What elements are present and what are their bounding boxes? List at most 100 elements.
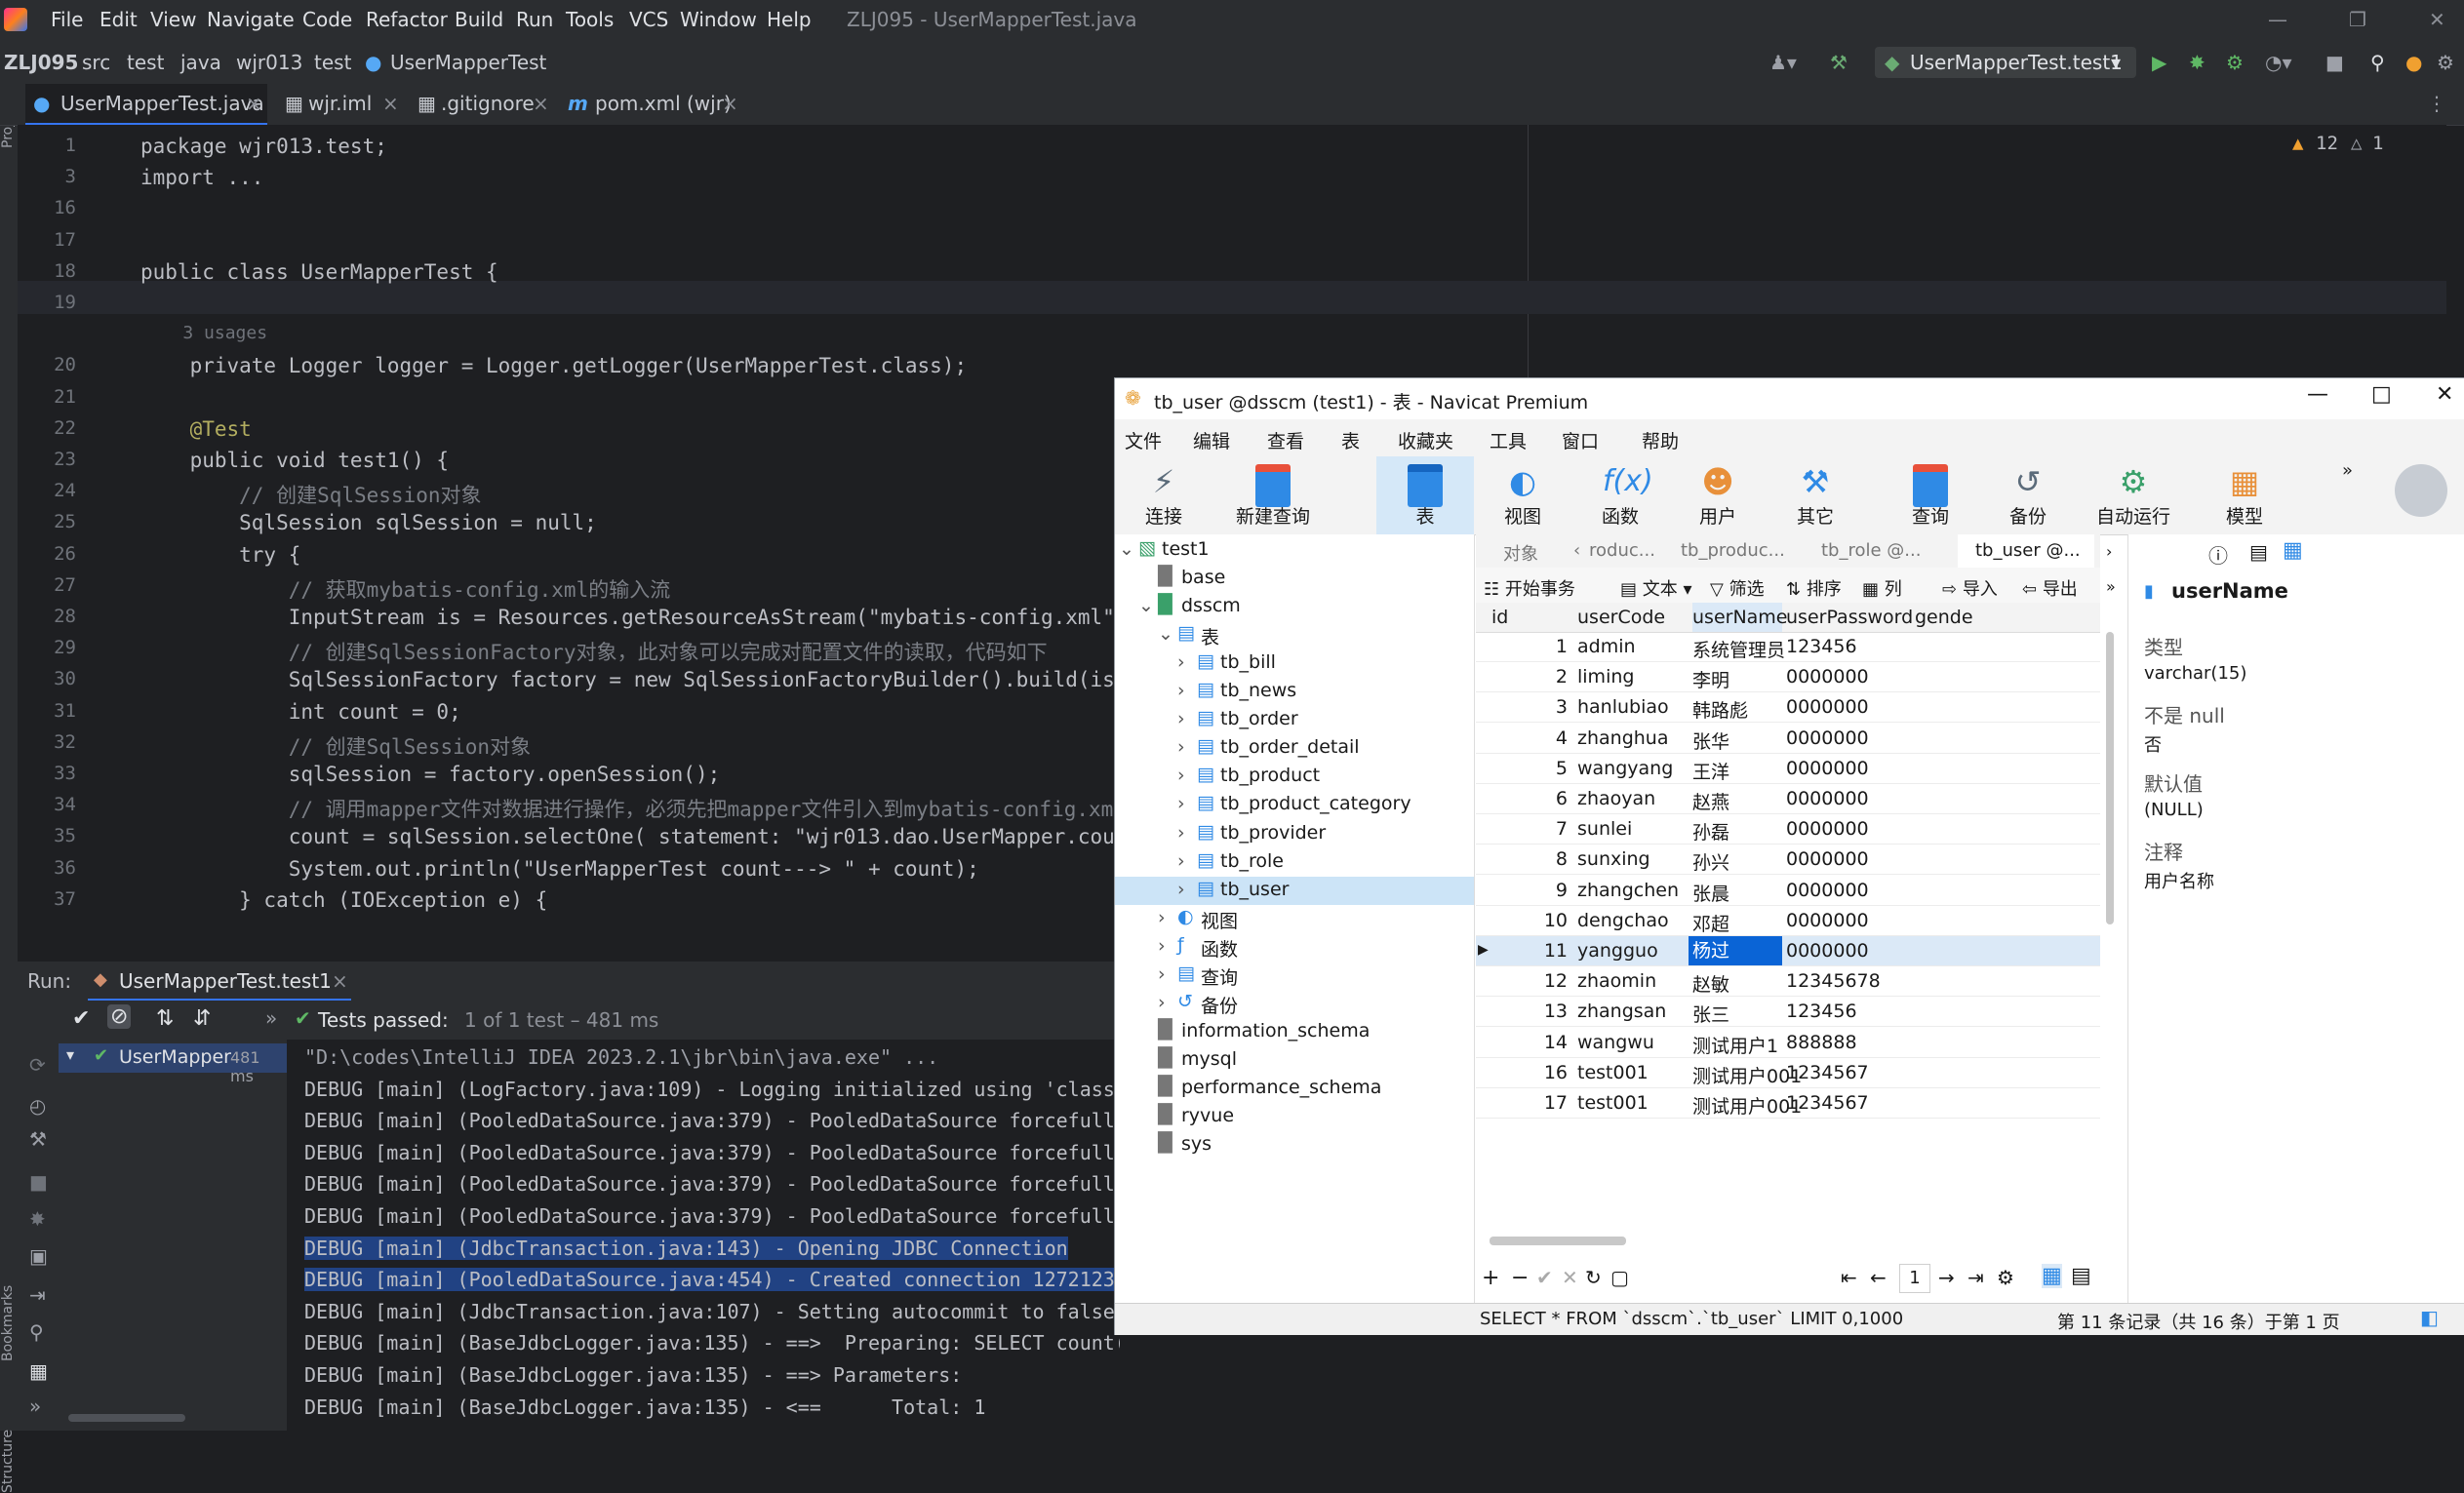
tab-role[interactable]: tb_role @... xyxy=(1821,540,1921,561)
code-line[interactable]: count = sqlSession.selectOne( statement:… xyxy=(140,825,1176,848)
rerun-failed-icon[interactable]: ⟳ xyxy=(29,1053,46,1077)
table-button[interactable]: 表 xyxy=(1376,456,1474,534)
code-line[interactable]: public void test1() { xyxy=(140,449,450,472)
table-cell[interactable]: zhaoyan xyxy=(1577,788,1655,809)
table-row[interactable]: 17 test001 测试用户001 1234567 xyxy=(1476,1088,2100,1119)
code-line[interactable]: @Test xyxy=(140,417,252,441)
close-tab-icon[interactable]: × xyxy=(382,84,399,123)
expand-more-icon[interactable]: » xyxy=(2106,577,2116,596)
table-cell[interactable]: 12345678 xyxy=(1786,970,1881,992)
table-cell[interactable]: 7 xyxy=(1556,818,1568,840)
code-line[interactable]: } catch (IOException e) { xyxy=(140,888,547,912)
user-button[interactable]: ☻ 用户 xyxy=(1669,456,1767,534)
chevron-right-icon[interactable]: › xyxy=(1177,793,1185,814)
table-cell[interactable]: 赵敏 xyxy=(1692,970,1729,997)
table-cell[interactable]: 9 xyxy=(1556,880,1568,901)
bookmarks-tool-label[interactable]: Bookmarks xyxy=(0,1254,18,1361)
chevron-down-icon[interactable]: ⌄ xyxy=(1138,595,1154,616)
tree-folder-tables[interactable]: ⌄ ▤ 表 xyxy=(1115,621,1474,649)
table-cell[interactable]: 0000000 xyxy=(1786,880,1869,901)
table-row[interactable]: 3 hanlubiao 韩路彪 0000000 xyxy=(1476,692,2100,724)
filter-button[interactable]: ▽ 筛选 xyxy=(1710,575,1765,601)
delete-record-icon[interactable]: − xyxy=(1511,1266,1529,1290)
tab-scroll-right-icon[interactable]: › xyxy=(2106,542,2112,561)
close-icon[interactable]: ✕ xyxy=(2436,382,2453,407)
table-row[interactable]: 16 test001 测试用户001 1234567 xyxy=(1476,1058,2100,1088)
camera-icon[interactable]: ▣ xyxy=(29,1244,48,1268)
table-cell[interactable]: 4 xyxy=(1556,727,1568,749)
table-cell[interactable]: 10 xyxy=(1544,910,1568,931)
search-icon[interactable]: ⚲ xyxy=(29,1320,44,1344)
chevron-right-icon[interactable]: › xyxy=(1158,907,1166,928)
settings-icon[interactable]: ⚙ xyxy=(1997,1266,2014,1289)
chevron-down-icon[interactable]: ⌄ xyxy=(1119,538,1134,560)
first-page-icon[interactable]: ⇤ xyxy=(1841,1266,1857,1289)
text-button[interactable]: ▤ 文本 ▾ xyxy=(1620,575,1692,601)
table-cell[interactable]: yangguo xyxy=(1577,940,1658,962)
structure-tool-label[interactable]: Structure xyxy=(0,1395,18,1493)
tree-folder[interactable]: › ↺ 备份 xyxy=(1115,990,1474,1018)
table-cell[interactable]: 2 xyxy=(1556,666,1568,688)
more-icon[interactable]: » xyxy=(265,1006,277,1030)
sort-duration-icon[interactable]: ⇵ xyxy=(193,1006,211,1031)
table-cell[interactable]: sunxing xyxy=(1577,848,1650,870)
table-cell[interactable]: dengchao xyxy=(1577,910,1669,931)
stop-icon[interactable]: ▢ xyxy=(1610,1266,1629,1289)
menu-vcs[interactable]: VCS xyxy=(629,8,668,31)
table-cell[interactable]: 1 xyxy=(1556,636,1568,657)
tree-table[interactable]: › ▤ tb_user xyxy=(1115,876,1474,905)
table-row[interactable]: 13 zhangsan 张三 123456 xyxy=(1476,997,2100,1028)
chevron-right-icon[interactable]: › xyxy=(1158,963,1166,985)
settings-icon[interactable]: ⚙ xyxy=(2437,51,2454,74)
tree-table[interactable]: › ▤ tb_product_category xyxy=(1115,791,1474,819)
tab-wjr-iml[interactable]: ▦ wjr.iml × xyxy=(281,84,399,123)
ddl-icon[interactable]: ▤ xyxy=(2249,540,2268,564)
toggle-auto-test-icon[interactable]: ◴ xyxy=(29,1094,46,1118)
automation-button[interactable]: ⚙ 自动运行 xyxy=(2077,456,2190,534)
chevron-right-icon[interactable]: › xyxy=(1177,822,1185,844)
table-cell[interactable]: 13 xyxy=(1544,1001,1568,1022)
expand-more-icon[interactable]: » xyxy=(29,1395,41,1418)
chevron-right-icon[interactable]: › xyxy=(1177,765,1185,786)
show-ignored-icon[interactable]: ⊘ xyxy=(107,1004,132,1029)
table-cell[interactable]: 0000000 xyxy=(1786,696,1869,718)
import-button[interactable]: ⇨ 导入 xyxy=(1942,575,1998,601)
menu-run[interactable]: Run xyxy=(516,8,553,31)
tab-user[interactable]: tb_user @... xyxy=(1958,534,2094,568)
table-cell[interactable]: test001 xyxy=(1577,1092,1649,1114)
table-row[interactable]: 12 zhaomin 赵敏 12345678 xyxy=(1476,966,2100,998)
menu-window[interactable]: Window xyxy=(680,8,757,31)
table-cell[interactable]: 3 xyxy=(1556,696,1568,718)
code-line[interactable]: sqlSession = factory.openSession(); xyxy=(140,763,721,786)
table-cell[interactable]: 14 xyxy=(1544,1032,1568,1053)
backup-button[interactable]: ↺ 备份 xyxy=(1979,456,2077,534)
code-line[interactable]: try { xyxy=(140,543,300,567)
tab-pom[interactable]: m pom.xml (wjr) × xyxy=(568,84,743,123)
table-cell[interactable]: 0000000 xyxy=(1786,666,1869,688)
breadcrumb-project[interactable]: ZLJ095 xyxy=(4,51,78,74)
code-line[interactable]: int count = 0; xyxy=(140,700,461,724)
table-cell[interactable]: 123456 xyxy=(1786,1001,1857,1022)
code-line[interactable]: // 创建SqlSessionFactory对象，此对象可以完成对配置文件的读取… xyxy=(140,637,1048,666)
chevron-right-icon[interactable]: › xyxy=(1177,879,1185,900)
update-icon[interactable]: ● xyxy=(2405,51,2422,74)
table-row[interactable]: 1 admin 系统管理员 123456 xyxy=(1476,632,2100,662)
page-number-input[interactable]: 1 xyxy=(1899,1264,1930,1293)
coverage-icon[interactable]: ⚙ xyxy=(2226,51,2244,74)
table-cell[interactable]: admin xyxy=(1577,636,1636,657)
search-icon[interactable]: ⚲ xyxy=(2370,51,2385,74)
debug-icon[interactable]: ✸ xyxy=(29,1207,46,1231)
table-cell[interactable]: zhangsan xyxy=(1577,1001,1666,1022)
code-line[interactable]: 3 usages xyxy=(140,323,267,343)
table-cell[interactable]: 11 xyxy=(1544,940,1568,962)
minimize-icon[interactable]: — xyxy=(2307,382,2328,407)
tree-db[interactable]: █ mysql xyxy=(1115,1046,1474,1075)
next-page-icon[interactable]: → xyxy=(1938,1266,1955,1289)
table-cell[interactable]: wangwu xyxy=(1577,1032,1654,1053)
table-cell[interactable]: zhaomin xyxy=(1577,970,1656,992)
code-line[interactable]: // 创建SqlSession对象 xyxy=(140,731,531,761)
table-cell[interactable]: 张华 xyxy=(1692,727,1729,754)
chevron-right-icon[interactable]: › xyxy=(1177,708,1185,729)
horizontal-scrollbar[interactable] xyxy=(1490,1237,1626,1245)
last-page-icon[interactable]: ⇥ xyxy=(1967,1266,1984,1289)
